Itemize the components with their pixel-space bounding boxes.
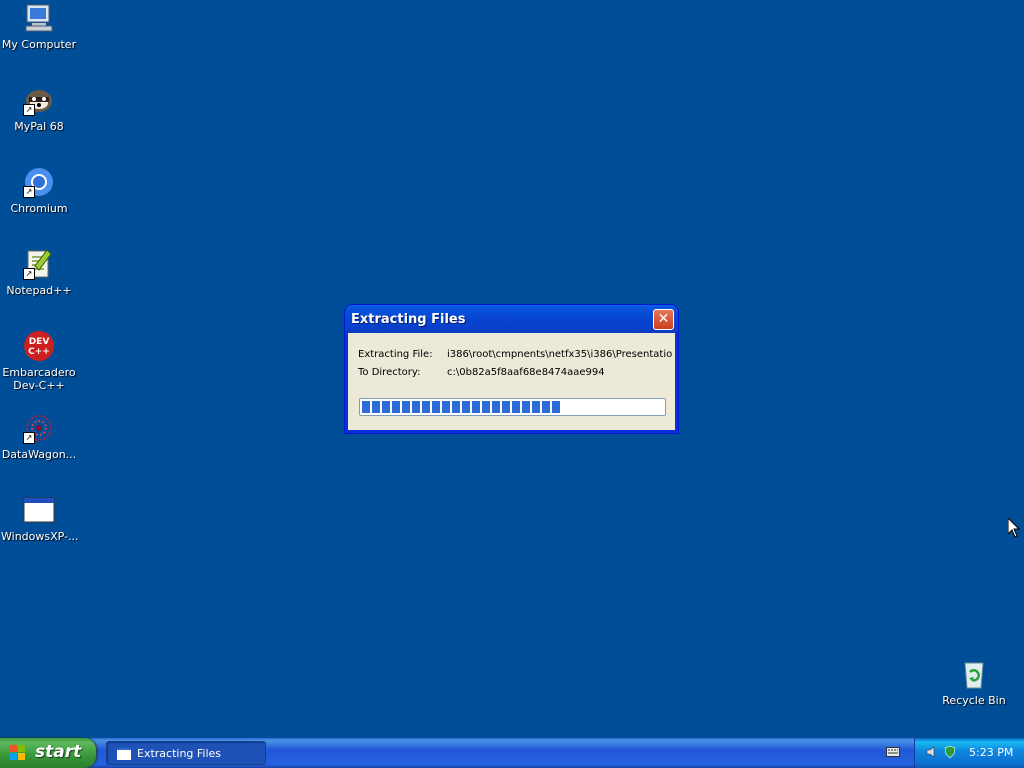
- shortcut-arrow-icon: ↗: [23, 268, 35, 280]
- desktop-icon-datawagon[interactable]: ↗ DataWagon...: [1, 412, 77, 461]
- extracting-file-row: Extracting File: i386\root\cmpnents\netfx…: [358, 349, 673, 360]
- keyboard-icon[interactable]: [886, 747, 900, 757]
- clock[interactable]: 5:23 PM: [969, 746, 1013, 759]
- desktop-icon-label: Recycle Bin: [942, 694, 1006, 707]
- mouse-cursor-icon: [1008, 518, 1020, 538]
- shortcut-arrow-icon: ↗: [23, 186, 35, 198]
- my-computer-icon: [23, 2, 55, 34]
- progress-fill: [362, 401, 561, 413]
- desktop-icon-windowsxp[interactable]: WindowsXP-...: [1, 494, 79, 543]
- desktop-icon-label: Notepad++: [6, 284, 72, 297]
- desktop-icon-recycle-bin[interactable]: Recycle Bin: [936, 658, 1012, 707]
- taskbar-button-label: Extracting Files: [137, 747, 222, 760]
- taskbar: start Extracting Files 5:23 PM: [0, 738, 1024, 768]
- dialog-title: Extracting Files: [351, 312, 466, 327]
- to-directory-row: To Directory: c:\0b82a5f8aaf68e8474aae994: [358, 367, 673, 378]
- dialog-titlebar[interactable]: Extracting Files ✕: [345, 305, 678, 333]
- recycle-bin-icon: [958, 658, 990, 690]
- desktop-icon-devcpp[interactable]: DEV C++ Embarcadero Dev-C++: [1, 330, 77, 392]
- start-button[interactable]: start: [0, 738, 96, 768]
- notepadpp-icon: ↗: [23, 248, 55, 280]
- windows-flag-icon: [10, 745, 25, 760]
- extracting-file-value: i386\root\cmpnents\netfx35\i386\Presenta…: [447, 349, 673, 360]
- shortcut-arrow-icon: ↗: [23, 104, 35, 116]
- svg-text:DEV: DEV: [29, 337, 50, 347]
- desktop-icon-label: MyPal 68: [14, 120, 64, 133]
- desktop-icon-label: WindowsXP-...: [1, 530, 79, 543]
- volume-icon[interactable]: [925, 745, 939, 759]
- desktop-icon-my-computer[interactable]: My Computer: [1, 2, 77, 51]
- start-label: start: [35, 742, 82, 762]
- extraction-progress-bar: [359, 398, 666, 416]
- chromium-icon: ↗: [23, 166, 55, 198]
- window-icon: [23, 494, 55, 526]
- svg-text:C++: C++: [28, 347, 50, 357]
- extracting-files-dialog: Extracting Files ✕ Extracting File: i386\…: [345, 305, 678, 433]
- desktop-icon-label: My Computer: [1, 38, 77, 51]
- to-directory-value: c:\0b82a5f8aaf68e8474aae994: [447, 367, 605, 378]
- shortcut-arrow-icon: ↗: [23, 432, 35, 444]
- system-tray: 5:23 PM: [914, 738, 1024, 768]
- to-directory-label: To Directory:: [358, 367, 421, 378]
- datawagon-icon: ↗: [23, 412, 55, 444]
- close-button[interactable]: ✕: [653, 309, 674, 330]
- devcpp-icon: DEV C++: [23, 330, 55, 362]
- security-shield-icon[interactable]: [943, 745, 957, 759]
- mypal-raccoon-icon: ↗: [23, 84, 55, 116]
- desktop-icon-mypal[interactable]: ↗ MyPal 68: [1, 84, 77, 133]
- desktop-icon-notepadpp[interactable]: ↗ Notepad++: [1, 248, 77, 297]
- desktop-icon-label: Embarcadero Dev-C++: [2, 366, 76, 392]
- window-icon: [117, 748, 131, 760]
- desktop-icon-label: DataWagon...: [1, 448, 77, 461]
- desktop-icon-label: Chromium: [10, 202, 68, 215]
- extracting-file-label: Extracting File:: [358, 349, 433, 360]
- dialog-body: Extracting File: i386\root\cmpnents\netfx…: [348, 333, 675, 430]
- taskbar-button-extracting-files[interactable]: Extracting Files: [106, 741, 266, 765]
- desktop-icon-chromium[interactable]: ↗ Chromium: [1, 166, 77, 215]
